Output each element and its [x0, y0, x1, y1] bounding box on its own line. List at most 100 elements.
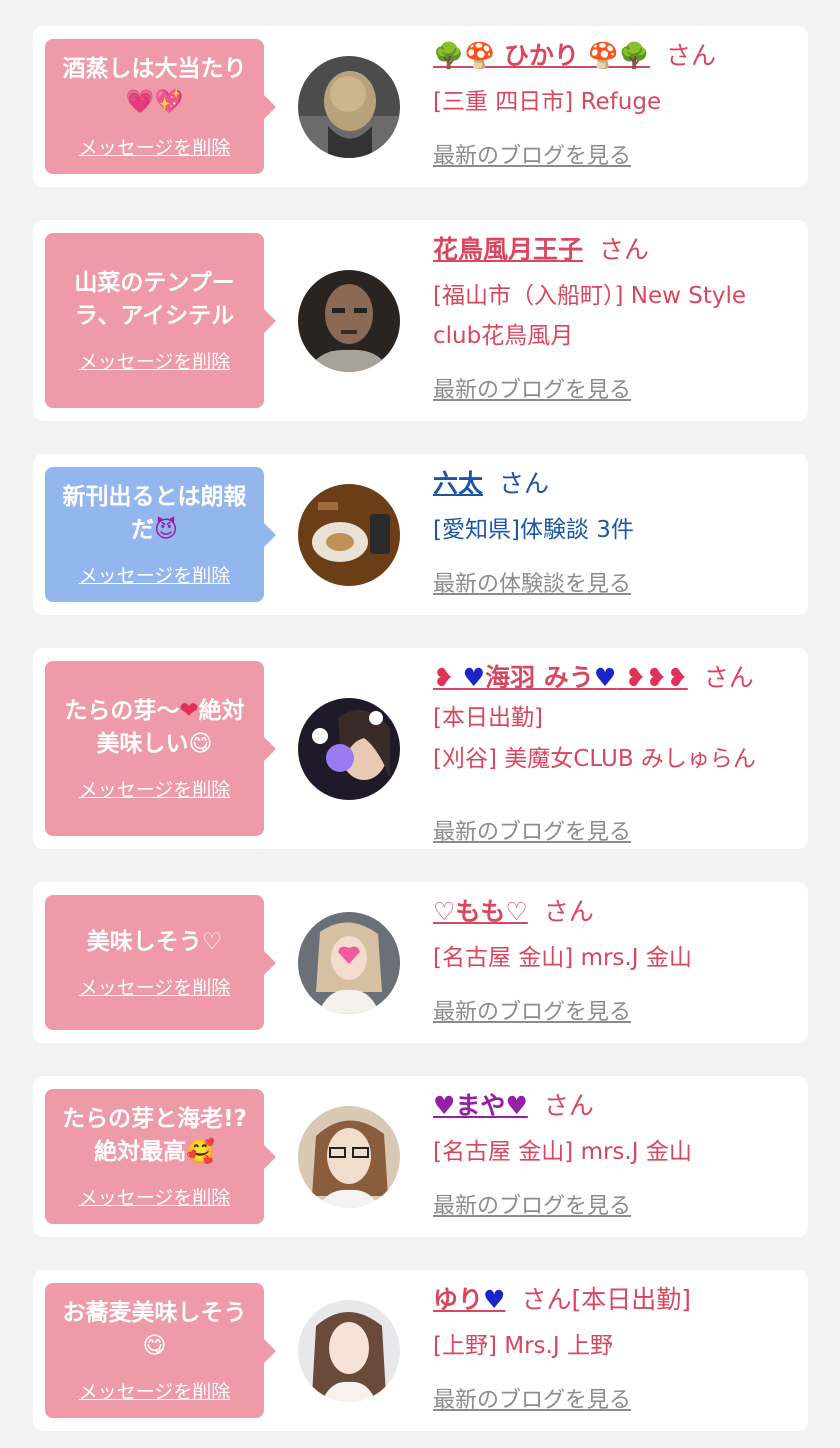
heart-icon: ♥ [505, 1091, 528, 1120]
tree-icon: 🌳 [433, 41, 465, 70]
message-bubble: たらの芽と海老!?絶対最高🥰 メッセージを削除 [45, 1089, 276, 1224]
avatar-image [298, 698, 400, 800]
delete-message-link[interactable]: メッセージを削除 [79, 1183, 231, 1210]
smiling-devil-icon: 😈 [154, 517, 178, 543]
message-card: お蕎麦美味しそう 😋 メッセージを削除 ゆり♥ さん[本日出勤] [上野] Mrs.… [33, 1270, 808, 1431]
delete-message-link[interactable]: メッセージを削除 [79, 347, 231, 374]
avatar[interactable] [298, 270, 400, 372]
latest-blog-link[interactable]: 最新のブログを見る [433, 138, 631, 170]
message-text-content: お蕎麦美味しそう [62, 1300, 247, 1326]
profile-name-link[interactable]: ゆり♥ [433, 1285, 505, 1314]
location-text: [上野] Mrs.J 上野 [433, 1333, 613, 1359]
heart-icon: ♥ [462, 663, 486, 692]
heart-icon: ♥ [433, 1091, 456, 1120]
heart-icon: ❥ [433, 663, 454, 692]
honorific: さん [499, 469, 550, 498]
name-line: 🌳🍄 ひかり 🍄🌳 さん [433, 38, 798, 74]
name-line: ゆり♥ さん[本日出勤] [433, 1282, 798, 1318]
avatar-image [298, 912, 400, 1014]
message-text-content: 酒蒸しは大当たり [62, 56, 247, 82]
profile-info: ♡もも♡ さん [名古屋 金山] mrs.J 金山 最新のブログを見る [433, 894, 798, 1034]
yum-face-icon: 😋 [188, 731, 213, 757]
profile-name-link[interactable]: ❥ ♥海羽 みう♥ ❥❥❥ [433, 663, 688, 692]
latest-blog-link[interactable]: 最新のブログを見る [433, 814, 631, 846]
delete-message-link[interactable]: メッセージを削除 [79, 1377, 231, 1404]
message-card: 新刊出るとは朗報だ😈 メッセージを削除 六太 さん [愛知県]体験談 3件 最新の… [33, 454, 808, 615]
profile-name: ひかり [504, 41, 580, 70]
avatar-image [298, 1300, 400, 1402]
profile-info: ♥まや♥ さん [名古屋 金山] mrs.J 金山 最新のブログを見る [433, 1088, 798, 1228]
profile-name-link[interactable]: ♡もも♡ [433, 897, 528, 926]
name-line: ♥まや♥ さん [433, 1088, 798, 1124]
profile-name: ゆり [433, 1285, 484, 1314]
honorific: さん [703, 663, 754, 692]
latest-blog-link[interactable]: 最新のブログを見る [433, 1382, 631, 1414]
avatar[interactable] [298, 698, 400, 800]
latest-blog-link[interactable]: 最新のブログを見る [433, 372, 631, 404]
heart-icon: ♥ [593, 663, 617, 692]
message-card: 酒蒸しは大当たり 💗💖 メッセージを削除 🌳🍄 ひかり 🍄🌳 さん [三重 四日市… [33, 26, 808, 187]
heart-icon: 💗 [125, 89, 155, 115]
message-bubble: 酒蒸しは大当たり 💗💖 メッセージを削除 [45, 39, 276, 174]
message-bubble: 山菜のテンプーラ、アイシテル メッセージを削除 [45, 233, 276, 408]
name-line: ❥ ♥海羽 みう♥ ❥❥❥ さん [433, 660, 798, 696]
profile-name: まや [455, 1091, 506, 1120]
honorific: さん[本日出勤] [521, 1285, 691, 1314]
profile-name-link[interactable]: 🌳🍄 ひかり 🍄🌳 [433, 41, 650, 70]
profile-name-link[interactable]: ♥まや♥ [433, 1091, 528, 1120]
mushroom-icon: 🍄 [464, 41, 496, 70]
delete-message-link[interactable]: メッセージを削除 [79, 973, 231, 1000]
name-line: 花鳥風月王子 さん [433, 232, 798, 268]
latest-blog-link[interactable]: 最新のブログを見る [433, 1188, 631, 1220]
profile-name: 海羽 みう [485, 663, 594, 692]
honorific: さん [666, 41, 717, 70]
message-bubble: 美味しそう♡ メッセージを削除 [45, 895, 276, 1030]
avatar-image [298, 1106, 400, 1208]
avatar[interactable] [298, 1106, 400, 1208]
message-text: たらの芽と海老!?絶対最高🥰 [55, 1103, 254, 1169]
message-text: 山菜のテンプーラ、アイシテル [74, 270, 235, 329]
message-bubble: お蕎麦美味しそう 😋 メッセージを削除 [45, 1283, 276, 1418]
honorific: さん [543, 897, 594, 926]
location-text: [三重 四日市] Refuge [433, 89, 662, 115]
heart-icon: ❥❥❥ [624, 663, 688, 692]
latest-blog-link[interactable]: 最新のブログを見る [433, 994, 631, 1026]
heart-icon: 💖 [154, 89, 184, 115]
profile-name-link[interactable]: 花鳥風月王子 [433, 235, 583, 264]
message-bubble: 新刊出るとは朗報だ😈 メッセージを削除 [45, 467, 276, 602]
profile-name-link[interactable]: 六太 [433, 469, 483, 498]
avatar-image [298, 270, 400, 372]
honorific: さん [599, 235, 650, 264]
location-text: [刈谷] 美魔女CLUB みしゅらん [433, 746, 756, 772]
profile-info: ゆり♥ さん[本日出勤] [上野] Mrs.J 上野 最新のブログを見る [433, 1282, 798, 1422]
location-text: [愛知県]体験談 3件 [433, 517, 634, 543]
message-card: 美味しそう♡ メッセージを削除 ♡もも♡ さん [名古屋 金山] mrs.J 金山… [33, 882, 808, 1043]
message-card: たらの芽〜❤絶対美味しい😋 メッセージを削除 ❥ ♥海羽 みう♥ ❥❥❥ さん [… [33, 648, 808, 849]
name-line: ♡もも♡ さん [433, 894, 798, 930]
message-card: 山菜のテンプーラ、アイシテル メッセージを削除 花鳥風月王子 さん [福山市（入船… [33, 220, 808, 421]
message-text: 美味しそう♡ [86, 928, 223, 955]
message-text: たらの芽〜❤絶対美味しい😋 [55, 695, 254, 761]
profile-info: 六太 さん [愛知県]体験談 3件 最新の体験談を見る [433, 466, 798, 606]
message-text: 新刊出るとは朗報だ😈 [55, 481, 254, 547]
profile-info: 花鳥風月王子 さん [福山市（入船町）] New Style club花鳥風月 最… [433, 232, 798, 412]
location-text: [福山市（入船町）] New Style club花鳥風月 [433, 283, 747, 349]
latest-taikendan-link[interactable]: 最新の体験談を見る [433, 566, 631, 598]
location-text: [名古屋 金山] mrs.J 金山 [433, 1139, 692, 1165]
profile-info: ❥ ♥海羽 みう♥ ❥❥❥ さん [本日出勤] [刈谷] 美魔女CLUB みしゅら… [433, 660, 798, 845]
delete-message-link[interactable]: メッセージを削除 [79, 561, 231, 588]
avatar[interactable] [298, 484, 400, 586]
message-card: たらの芽と海老!?絶対最高🥰 メッセージを削除 ♥まや♥ さん [名古屋 金山] … [33, 1076, 808, 1237]
smiling-face-with-hearts-icon: 🥰 [186, 1139, 215, 1165]
avatar-image [298, 56, 400, 158]
message-text-a: たらの芽〜 [64, 698, 180, 724]
message-text-content: たらの芽と海老!?絶対最高 [62, 1106, 247, 1165]
delete-message-link[interactable]: メッセージを削除 [79, 133, 231, 160]
avatar[interactable] [298, 56, 400, 158]
profile-info: 🌳🍄 ひかり 🍄🌳 さん [三重 四日市] Refuge 最新のブログを見る [433, 38, 798, 178]
avatar[interactable] [298, 1300, 400, 1402]
honorific: さん [543, 1091, 594, 1120]
delete-message-link[interactable]: メッセージを削除 [79, 775, 231, 802]
avatar[interactable] [298, 912, 400, 1014]
message-list: 酒蒸しは大当たり 💗💖 メッセージを削除 🌳🍄 ひかり 🍄🌳 さん [三重 四日市… [0, 0, 840, 1448]
